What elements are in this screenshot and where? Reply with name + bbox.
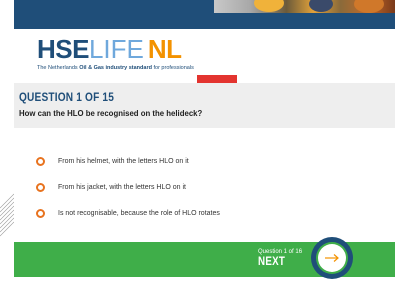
- question-header: QUESTION 1 OF 15 How can the HLO be reco…: [14, 83, 395, 128]
- tagline-prefix: The Netherlands: [37, 65, 80, 71]
- question-text: How can the HLO be recognised on the hel…: [19, 109, 203, 118]
- radio-circle-icon[interactable]: [36, 156, 45, 166]
- tagline-bold: Oil & Gas industry standard: [79, 65, 152, 71]
- logo-tagline: The Netherlands Oil & Gas industry stand…: [37, 65, 194, 71]
- answer-option-label: Is not recognisable, because the role of…: [58, 209, 220, 217]
- answer-option-2[interactable]: From his jacket, with the letters HLO on…: [36, 181, 186, 193]
- answer-option-1[interactable]: From his helmet, with the letters HLO on…: [36, 155, 189, 167]
- next-button[interactable]: [311, 237, 353, 279]
- quiz-page: HSELIFE NL The Netherlands Oil & Gas indu…: [0, 0, 395, 292]
- logo-hse: HSE: [37, 34, 89, 64]
- radio-circle-icon[interactable]: [36, 208, 45, 218]
- header-photo: [214, 0, 395, 13]
- question-title: QUESTION 1 OF 15: [19, 92, 115, 104]
- tagline-suffix: for professionals: [151, 65, 194, 71]
- logo-nl: NL: [147, 34, 182, 64]
- answer-option-label: From his helmet, with the letters HLO on…: [58, 157, 189, 165]
- hse-life-nl-logo: HSELIFE NL The Netherlands Oil & Gas indu…: [37, 36, 237, 100]
- radio-circle-icon[interactable]: [36, 182, 45, 192]
- answer-option-3[interactable]: Is not recognisable, because the role of…: [36, 207, 220, 219]
- logo-wordmark: HSELIFE NL: [37, 36, 182, 62]
- logo-life: LIFE: [88, 34, 144, 64]
- arrow-right-icon: [325, 254, 339, 262]
- diagonal-hatch-decoration: [0, 190, 14, 240]
- next-label[interactable]: NEXT: [258, 256, 285, 268]
- question-counter: Question 1 of 16: [258, 249, 303, 255]
- answer-option-label: From his jacket, with the letters HLO on…: [58, 183, 186, 191]
